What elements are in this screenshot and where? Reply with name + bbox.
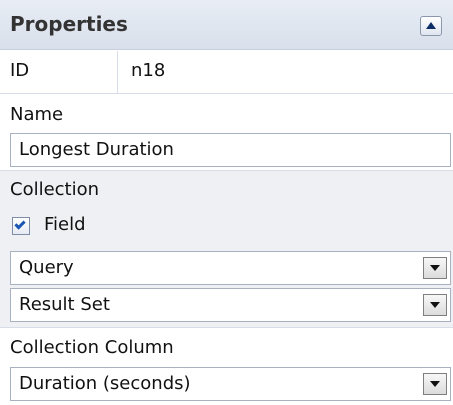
checkmark-icon	[14, 218, 26, 230]
collection-column-dropdown[interactable]: Duration (seconds)	[10, 367, 451, 401]
collection-column-dropdown-value: Duration (seconds)	[19, 373, 191, 394]
name-label: Name	[10, 104, 64, 125]
query-dropdown-value: Query	[19, 257, 74, 278]
id-value: n18	[131, 60, 166, 81]
chevron-down-icon	[430, 381, 440, 387]
field-checkbox-label: Field	[44, 214, 86, 235]
collection-label: Collection	[10, 179, 100, 200]
chevron-down-icon	[430, 265, 440, 271]
collection-column-dropdown-button[interactable]	[423, 373, 447, 395]
id-divider	[117, 51, 118, 94]
chevron-down-icon	[430, 302, 440, 308]
result-set-dropdown-value: Result Set	[19, 294, 110, 315]
collection-column-label: Collection Column	[10, 337, 174, 358]
query-dropdown[interactable]: Query	[10, 251, 451, 285]
id-label: ID	[10, 60, 30, 81]
field-checkbox[interactable]	[12, 217, 30, 235]
collapse-button[interactable]	[420, 16, 442, 36]
name-input[interactable]: Longest Duration	[10, 133, 451, 167]
panel-title: Properties	[10, 12, 128, 36]
result-set-dropdown[interactable]: Result Set	[10, 288, 451, 322]
query-dropdown-button[interactable]	[423, 257, 447, 279]
name-input-value: Longest Duration	[19, 139, 174, 160]
properties-panel: Properties ID n18 Name Longest Duration …	[0, 0, 453, 405]
id-row: ID n18	[0, 51, 453, 94]
panel-header: Properties	[0, 0, 453, 50]
chevron-up-icon	[426, 22, 436, 29]
result-set-dropdown-button[interactable]	[423, 294, 447, 316]
